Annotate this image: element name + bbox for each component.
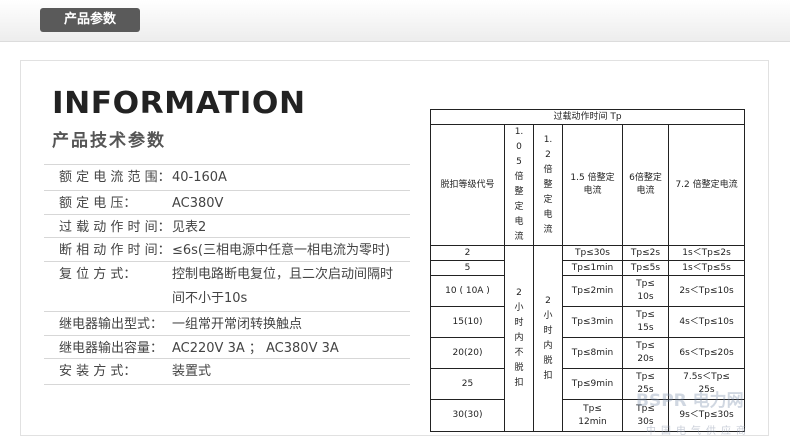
header-level: 脱扣等级代号	[430, 124, 505, 246]
spec-value-continued: 间不小于10s	[172, 291, 248, 306]
cell-6x: Tp≤ 15s	[622, 306, 669, 338]
table-row: 2 2小时内不脱扣 2小时内脱扣 Tp≤30s Tp≤2s 1s＜Tp≤2s	[430, 245, 746, 432]
header-6x: 6倍整定电流	[622, 124, 669, 246]
table-row: 15(10) Tp≤3min Tp≤ 15s 4s＜Tp≤10s	[430, 306, 746, 338]
cell-1-5x: Tp≤2min	[562, 275, 623, 307]
cell-1-5x: Tp≤1min	[562, 260, 623, 276]
cell-level: 10 ( 10A )	[430, 275, 505, 307]
spec-label: 复 位 方 式：	[59, 267, 137, 282]
header-7-2x: 7.2 倍整定电流	[667, 124, 746, 246]
cell-6x: Tp≤ 10s	[622, 275, 669, 307]
table-row: 10 ( 10A ) Tp≤2min Tp≤ 10s 2s＜Tp≤10s	[430, 275, 746, 307]
spec-row: 额 定 电 压： AC380V	[44, 190, 410, 216]
spec-value: 40-160A	[172, 170, 227, 185]
cell-no-trip: 2小时内不脱扣	[504, 245, 534, 432]
table-row: 5 Tp≤1min Tp≤5s 1s＜Tp≤5s	[430, 260, 746, 276]
cell-7-2x: 1s＜Tp≤5s	[667, 260, 746, 276]
cell-1-5x: Tp≤ 12min	[562, 399, 623, 432]
cell-level: 5	[430, 260, 505, 276]
cell-level: 25	[430, 368, 505, 400]
table-row: 20(20) Tp≤8min Tp≤ 20s 6s＜Tp≤20s	[430, 337, 746, 369]
spec-row: 断 相 动 作 时 间： ≤6s(三相电源中任意一相电流为零时)	[44, 237, 410, 263]
cell-level: 20(20)	[430, 337, 505, 369]
cell-1-5x: Tp≤8min	[562, 337, 623, 369]
cell-7-2x: 2s＜Tp≤10s	[667, 275, 746, 307]
spec-row: 额 定 电 流 范 围： 40-160A	[44, 164, 410, 190]
watermark: BSPR 电力网 中国电气供应商	[636, 386, 786, 440]
header-1-2x: 1.2倍整定电流	[533, 124, 563, 246]
cell-6x: Tp≤5s	[622, 260, 669, 276]
spec-value: 控制电路断电复位，且二次启动间隔时	[172, 267, 394, 282]
table-header-row: 脱扣等级代号 1.05倍整定电流 1.2倍整定电流 1.5 倍整定电流 6倍整定…	[430, 124, 746, 246]
cell-7-2x: 4s＜Tp≤10s	[667, 306, 746, 338]
spec-divider	[44, 384, 410, 385]
cell-level: 30(30)	[430, 399, 505, 432]
top-bar: 产品参数	[0, 0, 790, 42]
cell-1-5x: Tp≤9min	[562, 368, 623, 400]
spec-row: 复 位 方 式： 控制电路断电复位，且二次启动间隔时	[44, 261, 410, 287]
cell-6x: Tp≤ 20s	[622, 337, 669, 369]
watermark-text: 中国电气供应商	[646, 426, 751, 437]
cell-6x: Tp≤2s	[622, 245, 669, 261]
spec-label: 额 定 电 流 范 围：	[59, 170, 171, 185]
info-subtitle: 产品技术参数	[52, 131, 166, 151]
info-title: INFORMATION	[52, 86, 306, 121]
cell-level: 2	[430, 245, 505, 261]
spec-row: 安 装 方 式： 装置式	[44, 358, 410, 384]
cell-1-5x: Tp≤30s	[562, 245, 623, 261]
table-caption-row: 过载动作时间 Tp	[429, 109, 746, 125]
cell-trip: 2小时内脱扣	[533, 245, 563, 432]
cell-1-5x: Tp≤3min	[562, 306, 623, 338]
cell-level: 15(10)	[430, 306, 505, 338]
cell-7-2x: 1s＜Tp≤2s	[667, 245, 746, 261]
table-caption: 过载动作时间 Tp	[429, 109, 746, 125]
cell-7-2x: 6s＜Tp≤20s	[667, 337, 746, 369]
watermark-logo: BSPR 电力网	[636, 391, 744, 411]
overload-time-table: 过载动作时间 Tp 脱扣等级代号 1.05倍整定电流 1.2倍整定电流 1.5 …	[429, 109, 746, 432]
section-tag: 产品参数	[40, 8, 140, 32]
spec-row: 继电器输出型式： 一组常开常闭转换触点	[44, 311, 410, 337]
header-1-05x: 1.05倍整定电流	[504, 124, 534, 246]
header-1-5x: 1.5 倍整定电流	[562, 124, 623, 246]
spec-value: 装置式	[172, 364, 212, 379]
spec-label: 安 装 方 式：	[59, 364, 137, 379]
